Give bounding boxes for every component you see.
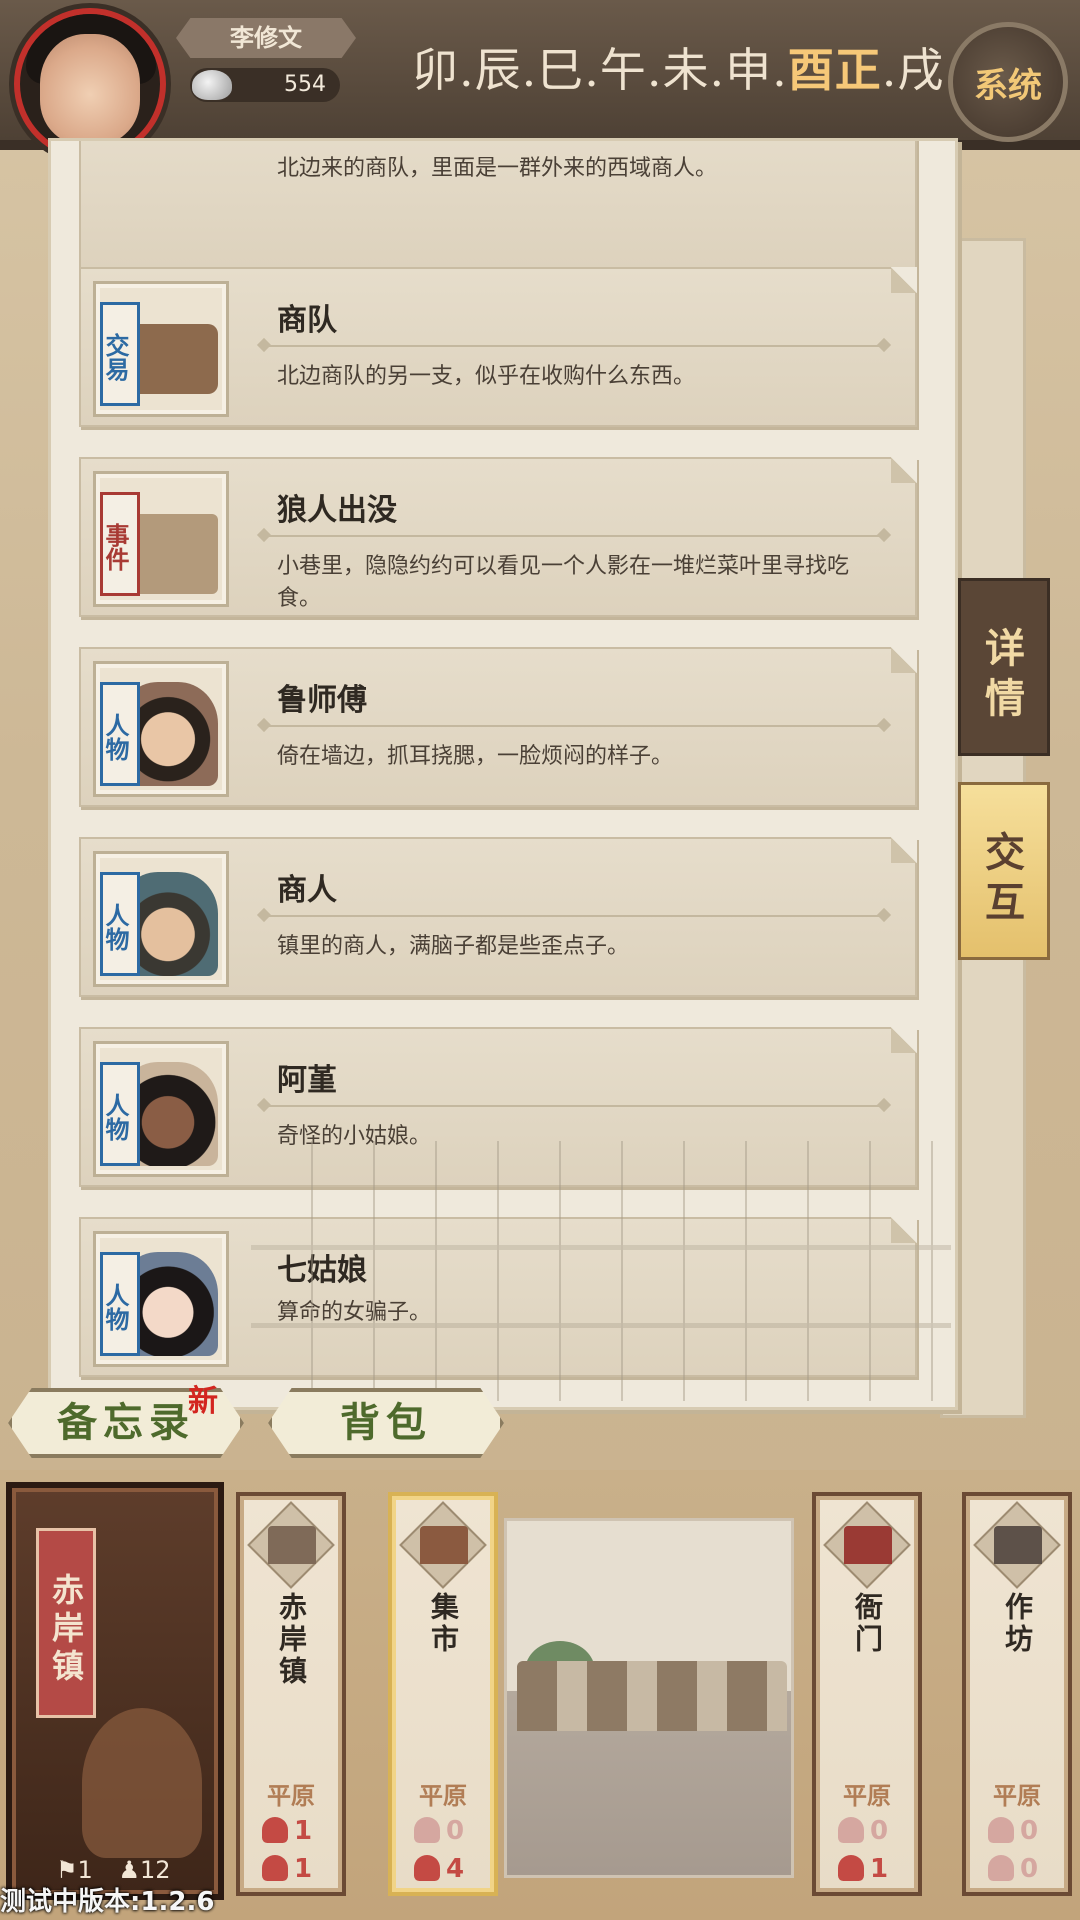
tab-detail[interactable]: 详情 [958, 578, 1050, 756]
player-name: 李修文 [176, 18, 356, 58]
yamen-icon [844, 1526, 892, 1564]
item-tag: 事件 [100, 492, 140, 596]
avatar-face [40, 34, 140, 144]
item-tag: 人物 [100, 1062, 140, 1166]
quest-flag-icon [838, 1817, 864, 1843]
system-button[interactable]: 系统 [948, 22, 1068, 142]
quest-flag-icon [262, 1817, 288, 1843]
item-title: 商人 [277, 873, 337, 908]
item-title: 狼人出没 [277, 493, 397, 528]
time-current: 酉正 [787, 43, 882, 97]
location-terrain: 平原 [267, 1782, 315, 1810]
house-icon [268, 1526, 316, 1564]
current-town-stats: ⚑1 ♟12 [56, 1856, 171, 1884]
quest-flag-icon [988, 1817, 1014, 1843]
money-value: 554 [284, 72, 326, 97]
encounter-list-panel[interactable]: 北边来的商队，里面是一群外来的西域商人。 交易 商队 北边商队的另一支，似乎在收… [48, 138, 958, 1410]
location-name: 集市 [427, 1592, 460, 1656]
location-card-chian-town[interactable]: 赤岸镇 平原 1 1 [236, 1492, 346, 1896]
location-name: 赤岸镇 [275, 1592, 308, 1688]
tab-interact[interactable]: 交互 [958, 782, 1050, 960]
buildings-image [517, 1661, 787, 1731]
bag-button[interactable]: 背包 [268, 1388, 504, 1458]
market-stall-icon [420, 1526, 468, 1564]
location-card-yamen[interactable]: 衙门 平原 0 1 [812, 1492, 922, 1896]
person-icon [262, 1855, 288, 1881]
divider [259, 345, 889, 347]
workshop-icon [994, 1526, 1042, 1564]
list-item-ajin[interactable]: 人物 阿堇 奇怪的小姑娘。 [79, 1027, 917, 1187]
item-thumbnail: 人物 [93, 661, 229, 797]
location-quests: 0 [838, 1816, 888, 1846]
item-title: 商队 [277, 303, 337, 338]
location-people: 0 [988, 1854, 1038, 1884]
new-badge: 新 [188, 1384, 218, 1419]
item-thumbnail: 交易 [93, 281, 229, 417]
divider [259, 535, 889, 537]
list-item-wolfman[interactable]: 事件 狼人出没 小巷里，隐隐约约可以看见一个人影在一堆烂菜叶里寻找吃食。 [79, 457, 917, 617]
divider [259, 1105, 889, 1107]
quest-flag-icon: ⚑ [56, 1856, 78, 1884]
money-display: 554 [190, 68, 340, 102]
person-icon [414, 1855, 440, 1881]
location-people: 1 [262, 1854, 312, 1884]
location-terrain: 平原 [993, 1782, 1041, 1810]
location-quests: 0 [988, 1816, 1038, 1846]
rider-silhouette [82, 1708, 202, 1858]
current-town-name: 赤岸镇 [36, 1528, 96, 1718]
item-desc: 小巷里，隐隐约约可以看见一个人影在一堆烂菜叶里寻找吃食。 [277, 554, 850, 611]
location-quests: 0 [414, 1816, 464, 1846]
location-card-workshop[interactable]: 作坊 平原 0 0 [962, 1492, 1072, 1896]
location-name: 作坊 [1001, 1592, 1034, 1656]
current-town-card[interactable]: 赤岸镇 ⚑1 ♟12 [6, 1482, 224, 1900]
item-desc: 奇怪的小姑娘。 [277, 1124, 432, 1149]
time-before: 卯.辰.巳.午.未.申. [412, 43, 788, 97]
location-terrain: 平原 [419, 1782, 467, 1810]
item-title: 鲁师傅 [277, 683, 367, 718]
item-title: 七姑娘 [277, 1253, 367, 1288]
item-tag: 交易 [100, 302, 140, 406]
location-terrain: 平原 [843, 1782, 891, 1810]
list-item-master-lu[interactable]: 人物 鲁师傅 倚在墙边，抓耳挠腮，一脸烦闷的样子。 [79, 647, 917, 807]
item-desc: 算命的女骗子。 [277, 1300, 432, 1325]
item-desc: 北边来的商队，里面是一群外来的西域商人。 [277, 156, 718, 181]
location-people: 1 [838, 1854, 888, 1884]
item-thumbnail: 人物 [93, 1041, 229, 1177]
location-quests: 1 [262, 1816, 312, 1846]
time-after: .戌 [881, 43, 945, 97]
item-desc: 北边商队的另一支，似乎在收购什么东西。 [277, 364, 696, 389]
location-people: 4 [414, 1854, 464, 1884]
item-thumbnail: 人物 [93, 1231, 229, 1367]
location-name: 衙门 [851, 1592, 884, 1656]
item-desc: 倚在墙边，抓耳挠腮，一脸烦闷的样子。 [277, 744, 674, 769]
quest-count: 1 [77, 1856, 93, 1884]
people-count: 12 [139, 1856, 171, 1884]
item-title: 阿堇 [277, 1063, 337, 1098]
time-of-day-bar: 卯.辰.巳.午.未.申.酉正.戌 [412, 34, 945, 97]
item-thumbnail: 事件 [93, 471, 229, 607]
person-icon [988, 1855, 1014, 1881]
item-tag: 人物 [100, 682, 140, 786]
item-thumbnail: 人物 [93, 851, 229, 987]
list-item-merchant[interactable]: 人物 商人 镇里的商人，满脑子都是些歪点子。 [79, 837, 917, 997]
item-tag: 人物 [100, 872, 140, 976]
person-icon: ♟ [118, 1856, 140, 1884]
market-scene-preview [504, 1518, 794, 1878]
version-label: 测试中版本:1.2.6 [0, 1887, 215, 1917]
list-item-partial[interactable]: 北边来的商队，里面是一群外来的西域商人。 [79, 141, 917, 271]
divider [259, 915, 889, 917]
person-icon [838, 1855, 864, 1881]
item-desc: 镇里的商人，满脑子都是些歪点子。 [277, 934, 630, 959]
location-card-market[interactable]: 集市 平原 0 4 [388, 1492, 498, 1896]
list-item-caravan[interactable]: 交易 商队 北边商队的另一支，似乎在收购什么东西。 [79, 267, 917, 427]
quest-flag-icon [414, 1817, 440, 1843]
silver-ingot-icon [192, 70, 232, 100]
list-item-seventh-girl[interactable]: 人物 七姑娘 算命的女骗子。 [79, 1217, 917, 1377]
divider [259, 725, 889, 727]
item-tag: 人物 [100, 1252, 140, 1356]
